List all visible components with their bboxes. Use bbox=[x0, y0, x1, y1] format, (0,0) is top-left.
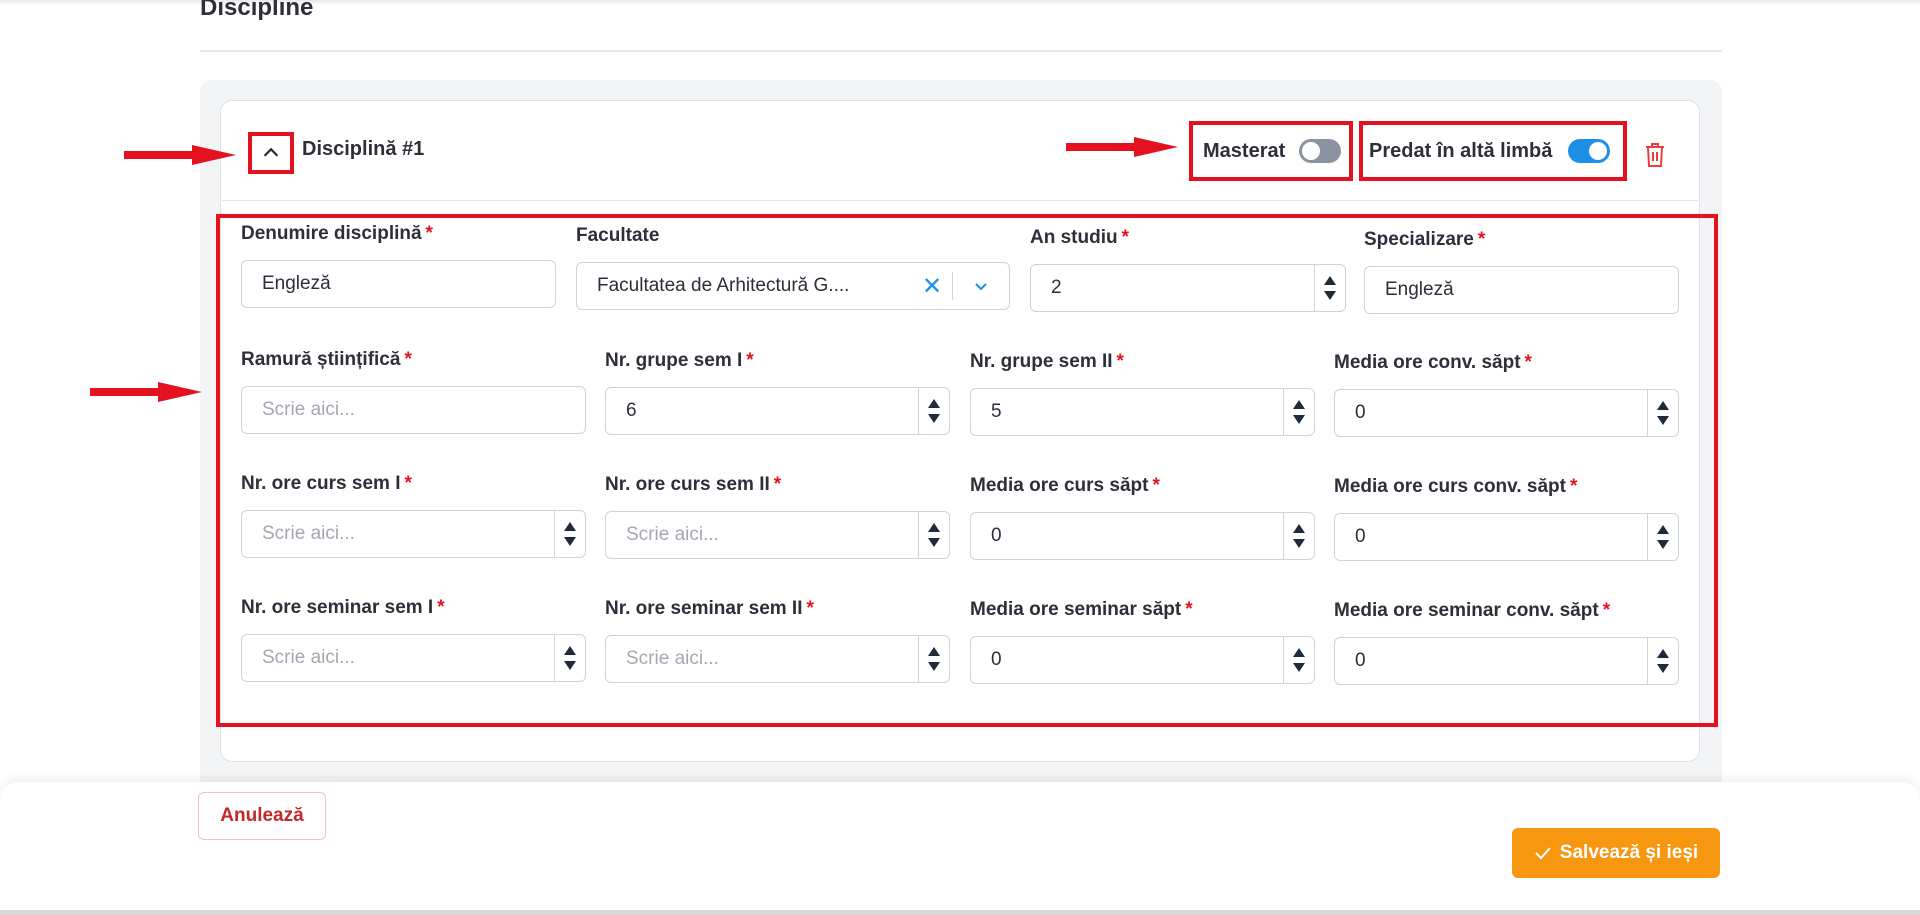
an-studiu-stepper[interactable] bbox=[1314, 265, 1345, 311]
other-language-toggle[interactable] bbox=[1568, 139, 1611, 163]
seminar-sem2-stepper[interactable] bbox=[918, 636, 949, 682]
seminar-sem1-input[interactable]: Scrie aici... bbox=[241, 634, 586, 682]
an-studiu-input[interactable]: 2 bbox=[1030, 264, 1346, 312]
grupe-sem2-stepper[interactable] bbox=[1283, 389, 1314, 435]
field-media-conv: Media ore conv. săpt * 0 bbox=[1334, 351, 1679, 437]
field-grupe-sem1: Nr. grupe sem I * 6 bbox=[605, 349, 950, 435]
cancel-button[interactable]: Anulează bbox=[198, 792, 326, 840]
masterat-toggle[interactable] bbox=[1299, 139, 1342, 163]
chevron-down-icon[interactable] bbox=[953, 263, 1009, 309]
media-conv-stepper[interactable] bbox=[1647, 390, 1678, 436]
field-facultate: Facultate Facultatea de Arhitectură G...… bbox=[576, 224, 1010, 310]
annotation-arrow-collapse bbox=[124, 145, 236, 165]
field-media-seminar-conv: Media ore seminar conv. săpt * 0 bbox=[1334, 599, 1679, 685]
close-icon[interactable]: ✕ bbox=[912, 263, 952, 309]
check-icon bbox=[1535, 847, 1551, 860]
section-title: Discipline bbox=[200, 0, 314, 21]
field-media-seminar: Media ore seminar săpt * 0 bbox=[970, 598, 1315, 684]
media-curs-input[interactable]: 0 bbox=[970, 512, 1315, 560]
masterat-toggle-group: Masterat bbox=[1189, 121, 1353, 181]
section-divider bbox=[200, 50, 1722, 52]
field-curs-sem1: Nr. ore curs sem I * Scrie aici... bbox=[241, 472, 586, 558]
masterat-label: Masterat bbox=[1203, 139, 1286, 162]
facultate-select[interactable]: Facultatea de Arhitectură G.... ✕ bbox=[576, 262, 1010, 310]
field-seminar-sem1: Nr. ore seminar sem I * Scrie aici... bbox=[241, 596, 586, 682]
curs-sem1-stepper[interactable] bbox=[554, 511, 585, 557]
bottom-edge bbox=[0, 910, 1920, 915]
media-seminar-input[interactable]: 0 bbox=[970, 636, 1315, 684]
field-grupe-sem2: Nr. grupe sem II * 5 bbox=[970, 350, 1315, 436]
curs-sem1-input[interactable]: Scrie aici... bbox=[241, 510, 586, 558]
card-header-divider bbox=[222, 200, 1698, 201]
collapse-button[interactable] bbox=[248, 132, 294, 174]
media-curs-conv-input[interactable]: 0 bbox=[1334, 513, 1679, 561]
media-curs-conv-stepper[interactable] bbox=[1647, 514, 1678, 560]
annotation-arrow-toggles bbox=[1066, 137, 1178, 157]
discipline-title: Disciplină #1 bbox=[302, 138, 425, 160]
trash-icon[interactable] bbox=[1644, 142, 1666, 168]
field-an-studiu: An studiu * 2 bbox=[1030, 226, 1346, 312]
field-curs-sem2: Nr. ore curs sem II * Scrie aici... bbox=[605, 473, 950, 559]
seminar-sem2-input[interactable]: Scrie aici... bbox=[605, 635, 950, 683]
other-language-toggle-group: Predat în altă limbă bbox=[1359, 121, 1627, 181]
other-language-label: Predat în altă limbă bbox=[1369, 139, 1553, 162]
save-and-exit-button[interactable]: Salvează și ieși bbox=[1512, 828, 1720, 878]
media-curs-stepper[interactable] bbox=[1283, 513, 1314, 559]
grupe-sem1-stepper[interactable] bbox=[918, 388, 949, 434]
ramura-input[interactable]: Scrie aici... bbox=[241, 386, 586, 434]
field-specializare: Specializare * Engleză bbox=[1364, 228, 1679, 314]
field-media-curs: Media ore curs săpt * 0 bbox=[970, 474, 1315, 560]
media-seminar-conv-stepper[interactable] bbox=[1647, 638, 1678, 684]
field-ramura: Ramură științifică * Scrie aici... bbox=[241, 348, 586, 434]
specializare-input[interactable]: Engleză bbox=[1364, 266, 1679, 314]
grupe-sem2-input[interactable]: 5 bbox=[970, 388, 1315, 436]
grupe-sem1-input[interactable]: 6 bbox=[605, 387, 950, 435]
chevron-up-icon bbox=[263, 147, 279, 157]
media-conv-input[interactable]: 0 bbox=[1334, 389, 1679, 437]
curs-sem2-input[interactable]: Scrie aici... bbox=[605, 511, 950, 559]
media-seminar-stepper[interactable] bbox=[1283, 637, 1314, 683]
field-media-curs-conv: Media ore curs conv. săpt * 0 bbox=[1334, 475, 1679, 561]
denumire-input[interactable]: Engleză bbox=[241, 260, 556, 308]
field-denumire: Denumire disciplină * Engleză bbox=[241, 222, 556, 308]
annotation-arrow-form bbox=[90, 382, 202, 402]
curs-sem2-stepper[interactable] bbox=[918, 512, 949, 558]
media-seminar-conv-input[interactable]: 0 bbox=[1334, 637, 1679, 685]
field-seminar-sem2: Nr. ore seminar sem II * Scrie aici... bbox=[605, 597, 950, 683]
seminar-sem1-stepper[interactable] bbox=[554, 635, 585, 681]
